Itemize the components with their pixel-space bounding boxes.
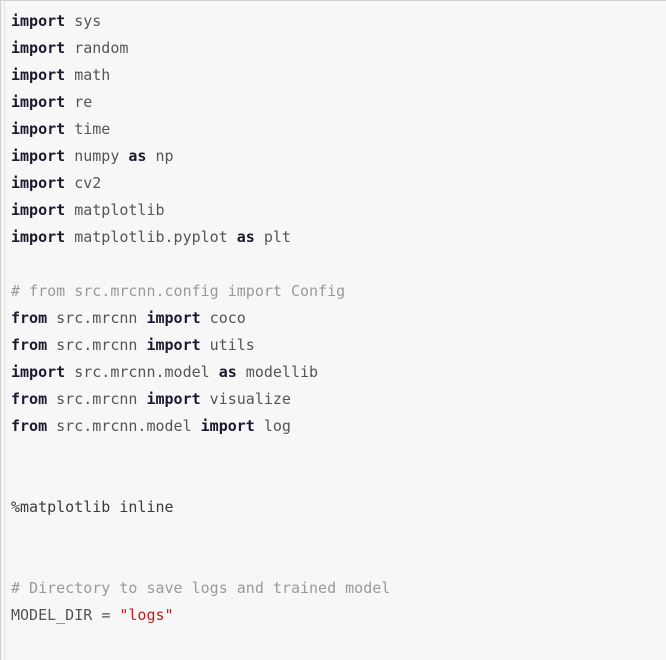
code-token-name: src.mrcnn bbox=[47, 309, 147, 327]
code-token-kw: from bbox=[11, 417, 48, 435]
code-token-kw: import bbox=[146, 390, 201, 408]
code-line[interactable]: # from src.mrcnn.config import Config bbox=[11, 278, 666, 305]
code-token-name: log bbox=[254, 417, 291, 435]
code-line[interactable]: from src.mrcnn import coco bbox=[11, 305, 666, 332]
notebook-container: import sys import random import math import… bbox=[0, 0, 666, 660]
code-token-name: time bbox=[65, 120, 111, 138]
code-token-kw: import bbox=[11, 39, 66, 57]
code-token-kw: import bbox=[11, 228, 66, 246]
code-token-kw: import bbox=[11, 66, 66, 84]
code-cell[interactable]: import sys import random import math import… bbox=[0, 0, 666, 660]
code-token-name: matplotlib.pyplot bbox=[65, 228, 237, 246]
code-token-name: math bbox=[65, 66, 111, 84]
code-token-kw: from bbox=[11, 390, 48, 408]
code-line[interactable] bbox=[11, 440, 666, 467]
code-token-name: sys bbox=[65, 12, 102, 30]
code-token-kw: import bbox=[146, 336, 201, 354]
code-line[interactable]: import matplotlib.pyplot as plt bbox=[11, 224, 666, 251]
code-token-kw: import bbox=[11, 120, 66, 138]
code-token-kw: import bbox=[11, 93, 66, 111]
code-token-name: np bbox=[146, 147, 174, 165]
code-token-str: "logs" bbox=[119, 606, 174, 624]
code-token-kw: import bbox=[11, 147, 66, 165]
code-token-kw: import bbox=[11, 12, 66, 30]
code-line[interactable] bbox=[11, 521, 666, 548]
code-token-name: src.mrcnn.model bbox=[65, 363, 219, 381]
code-token-kw: import bbox=[11, 174, 66, 192]
code-token-kw: import bbox=[146, 309, 201, 327]
code-line[interactable]: from src.mrcnn.model import log bbox=[11, 413, 666, 440]
code-line[interactable]: MODEL_DIR = "logs" bbox=[11, 602, 666, 629]
code-line[interactable]: import time bbox=[11, 116, 666, 143]
code-token-kw: import bbox=[11, 201, 66, 219]
code-token-comment: # from src.mrcnn.config import Config bbox=[11, 282, 346, 300]
code-token-magic: %matplotlib inline bbox=[11, 498, 174, 516]
code-token-op: = bbox=[101, 606, 120, 624]
code-token-name: src.mrcnn.model bbox=[47, 417, 201, 435]
code-token-name: matplotlib bbox=[65, 201, 165, 219]
code-token-name: re bbox=[65, 93, 93, 111]
code-line[interactable]: import sys bbox=[11, 8, 666, 35]
code-token-name: modellib bbox=[236, 363, 319, 381]
code-editor-area[interactable]: import sys import random import math import… bbox=[1, 1, 666, 660]
code-token-name: src.mrcnn bbox=[47, 390, 147, 408]
code-token-kw: as bbox=[128, 147, 147, 165]
code-token-kw: from bbox=[11, 336, 48, 354]
code-line[interactable]: from src.mrcnn import utils bbox=[11, 332, 666, 359]
code-line[interactable]: import matplotlib bbox=[11, 197, 666, 224]
code-line[interactable] bbox=[11, 548, 666, 575]
code-token-name: coco bbox=[200, 309, 246, 327]
code-token-kw: as bbox=[236, 228, 255, 246]
code-line[interactable]: import cv2 bbox=[11, 170, 666, 197]
code-line[interactable] bbox=[11, 251, 666, 278]
code-token-name: random bbox=[65, 39, 129, 57]
code-token-name: plt bbox=[254, 228, 291, 246]
code-line[interactable] bbox=[11, 656, 666, 660]
code-token-name: cv2 bbox=[65, 174, 102, 192]
code-token-name: utils bbox=[200, 336, 255, 354]
code-line[interactable] bbox=[11, 467, 666, 494]
code-token-kw: as bbox=[218, 363, 237, 381]
code-line[interactable]: # Directory to save logs and trained mod… bbox=[11, 575, 666, 602]
code-token-kw: import bbox=[11, 363, 66, 381]
code-line[interactable] bbox=[11, 629, 666, 656]
code-line[interactable]: %matplotlib inline bbox=[11, 494, 666, 521]
code-line[interactable]: import re bbox=[11, 89, 666, 116]
code-token-name: visualize bbox=[200, 390, 291, 408]
code-token-kw: from bbox=[11, 309, 48, 327]
code-token-name: numpy bbox=[65, 147, 129, 165]
code-line[interactable]: import math bbox=[11, 62, 666, 89]
code-line[interactable]: from src.mrcnn import visualize bbox=[11, 386, 666, 413]
code-line[interactable]: import random bbox=[11, 35, 666, 62]
code-line[interactable]: import numpy as np bbox=[11, 143, 666, 170]
code-line[interactable]: import src.mrcnn.model as modellib bbox=[11, 359, 666, 386]
code-token-kw: import bbox=[200, 417, 255, 435]
code-token-name: MODEL_DIR bbox=[11, 606, 102, 624]
code-token-comment: # Directory to save logs and trained mod… bbox=[11, 579, 391, 597]
code-token-name: src.mrcnn bbox=[47, 336, 147, 354]
